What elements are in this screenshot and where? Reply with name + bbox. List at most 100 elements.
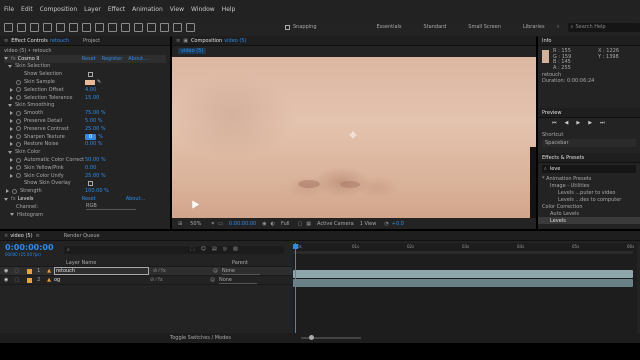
effect-row-cosmo[interactable]: fx Cosmo II Reset Register About...	[4, 54, 166, 63]
hand-tool-icon[interactable]	[30, 22, 39, 32]
menu-animation[interactable]: Animation	[132, 6, 163, 13]
audio-icon[interactable]: ▢	[14, 268, 19, 274]
effects-tree-item[interactable]: Color Correction	[538, 203, 640, 210]
group-skin-color[interactable]: Skin Color	[4, 148, 166, 156]
parent-pickwhip-icon[interactable]: @	[213, 268, 218, 274]
brush-tool-icon[interactable]	[134, 22, 143, 32]
graph-editor-icon[interactable]: ▧	[233, 246, 238, 252]
shy-icon[interactable]: ☺	[201, 246, 206, 252]
preserve-detail-value[interactable]: 5.00 %	[85, 118, 102, 124]
timeline-timecode[interactable]: 0:00:00:00	[5, 243, 54, 252]
menu-file[interactable]: File	[4, 6, 14, 13]
motion-blur-icon[interactable]: ◎	[223, 246, 227, 252]
audio-icon[interactable]: ▢	[14, 277, 19, 283]
grid-icon[interactable]: ⌗	[211, 221, 214, 227]
stopwatch-icon[interactable]	[16, 110, 21, 116]
visibility-eye-icon[interactable]: ◉	[4, 268, 8, 274]
layer-track-1[interactable]	[293, 270, 633, 278]
frame-blend-icon[interactable]: ▤	[212, 246, 217, 252]
visibility-eye-icon[interactable]: ◉	[4, 277, 8, 283]
exposure-value[interactable]: +0.0	[392, 221, 404, 227]
camera-tool-icon[interactable]	[69, 22, 78, 32]
stopwatch-icon[interactable]	[16, 157, 21, 163]
layer-parent-dropdown[interactable]: None	[218, 277, 257, 284]
lock-icon[interactable]: ▣	[183, 38, 188, 44]
layer-switch-icons[interactable]: ⊘ ⁄ fx	[150, 277, 210, 283]
first-frame-icon[interactable]: ⏮	[552, 120, 557, 126]
effects-search-box[interactable]: ⌕ leve	[542, 165, 636, 173]
layer-name[interactable]: og	[54, 277, 146, 283]
resolution-dropdown[interactable]: Full	[281, 221, 290, 227]
restore-noise-value[interactable]: 0.00 %	[85, 141, 102, 147]
comp-subtab[interactable]: video (5)	[178, 48, 207, 54]
playhead-handle[interactable]	[293, 244, 298, 249]
always-preview-icon[interactable]: ⊞	[178, 221, 182, 227]
rotate-tool-icon[interactable]	[56, 22, 65, 32]
layer-row[interactable]: ◉ ▢ 1 ▲ retouch ⊘ ⁄ fx @ None	[0, 267, 292, 276]
timeline-search-box[interactable]: ⌕	[64, 246, 284, 254]
skin-yellow-pink-value[interactable]: 0.00	[85, 165, 96, 171]
mask-icon[interactable]: ▭	[218, 221, 223, 227]
snapping-checkbox[interactable]	[285, 24, 290, 30]
type-tool-icon[interactable]	[121, 22, 130, 32]
group-skin-selection[interactable]: Skin Selection	[4, 63, 166, 71]
pen-tool-icon[interactable]	[108, 22, 117, 32]
panel-menu-icon[interactable]: ≡	[4, 38, 8, 44]
effects-tree-item[interactable]: * Animation Presets	[538, 175, 640, 182]
menu-composition[interactable]: Composition	[40, 6, 77, 13]
levels-about-link[interactable]: About...	[126, 196, 146, 202]
menu-effect[interactable]: Effect	[108, 6, 125, 13]
skin-sample-swatch[interactable]	[85, 79, 95, 85]
transparency-grid-icon[interactable]: ▦	[306, 221, 311, 227]
prev-frame-icon[interactable]: ◀	[565, 120, 569, 126]
reset-exposure-icon[interactable]: ◔	[384, 221, 388, 227]
panel-menu-icon[interactable]: ≡	[176, 38, 180, 44]
show-selection-checkbox[interactable]	[88, 71, 93, 77]
help-search-box[interactable]: ⌕ Search Help	[567, 22, 640, 32]
help-search-input[interactable]: Search Help	[575, 24, 605, 30]
zoom-slider-thumb[interactable]	[308, 335, 314, 340]
stopwatch-icon[interactable]	[16, 87, 21, 93]
effect-register-link[interactable]: Register	[102, 56, 123, 62]
toggle-switches-modes[interactable]: Toggle Switches / Modes	[170, 335, 231, 341]
eraser-tool-icon[interactable]	[160, 22, 169, 32]
stopwatch-icon[interactable]	[16, 95, 21, 101]
stopwatch-icon[interactable]	[16, 134, 21, 140]
selection-tool-icon[interactable]	[17, 22, 26, 32]
effects-search-input[interactable]: leve	[550, 166, 561, 172]
playhead[interactable]	[295, 243, 296, 341]
eyedropper-icon[interactable]: ✎	[97, 79, 101, 85]
workspace-libraries[interactable]: Libraries	[523, 24, 545, 30]
channel-dropdown[interactable]: RGB	[86, 203, 136, 211]
snapshot-icon[interactable]: ◉	[262, 221, 266, 227]
smooth-value[interactable]: 75.00 %	[85, 110, 106, 116]
shape-tool-icon[interactable]	[95, 22, 104, 32]
timeline-tab[interactable]: video (5)	[10, 233, 32, 239]
selection-offset-value[interactable]: 4.00	[85, 87, 96, 93]
selection-tolerance-value[interactable]: 15.00	[85, 95, 99, 101]
anchor-point-icon[interactable]	[349, 131, 357, 139]
auto-color-correct-value[interactable]: 50.00 %	[85, 157, 106, 163]
views-dropdown[interactable]: 1 View	[360, 221, 377, 227]
stopwatch-icon[interactable]	[16, 173, 21, 179]
workspace-overflow-icon[interactable]: »	[557, 24, 560, 30]
stopwatch-icon[interactable]	[16, 165, 21, 171]
clone-tool-icon[interactable]	[147, 22, 156, 32]
effects-tree-item[interactable]: Levels ...puter to video	[538, 189, 640, 196]
effects-tree-item[interactable]: Auto Levels	[538, 210, 640, 217]
project-tab[interactable]: Project	[83, 38, 100, 44]
workspace-small-screen[interactable]: Small Screen	[468, 24, 501, 30]
workspace-standard[interactable]: Standard	[424, 24, 447, 30]
layer-parent-dropdown[interactable]: None	[221, 268, 260, 275]
time-ruler[interactable]: 0s 01s 02s 03s 04s 05s 06s	[293, 243, 634, 251]
stopwatch-icon[interactable]	[12, 188, 17, 194]
levels-reset-link[interactable]: Reset	[82, 196, 96, 202]
layer-row[interactable]: ◉ ▢ 2 ▲ og ⊘ ⁄ fx @ None	[0, 276, 292, 285]
zoom-tool-icon[interactable]	[43, 22, 52, 32]
pan-behind-tool-icon[interactable]	[82, 22, 91, 32]
next-frame-icon[interactable]: ▶	[588, 120, 592, 126]
camera-dropdown[interactable]: Active Camera	[317, 221, 354, 227]
stopwatch-icon[interactable]	[16, 79, 21, 85]
strength-value[interactable]: 100.00 %	[85, 188, 109, 194]
layer-color-label[interactable]	[27, 277, 33, 283]
